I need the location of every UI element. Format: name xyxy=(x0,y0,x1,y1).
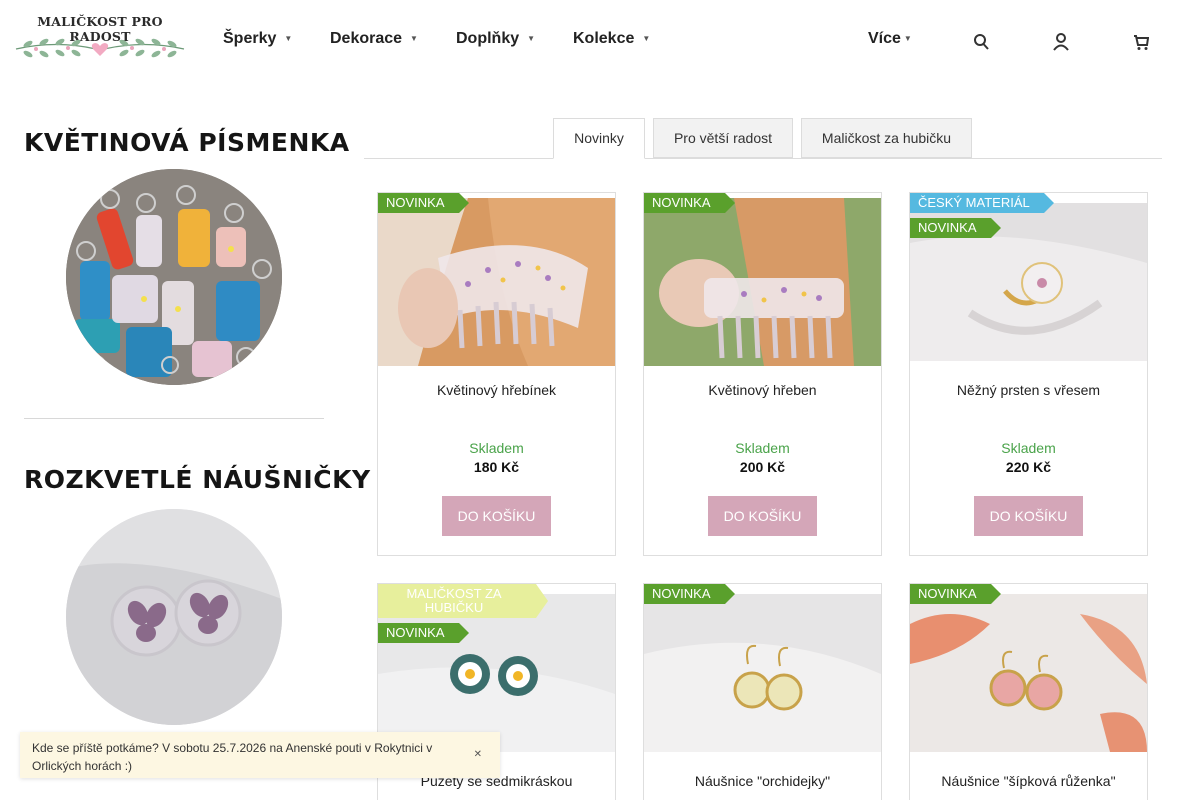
add-to-cart-button[interactable]: DO KOŠÍKU xyxy=(708,496,817,536)
close-icon[interactable]: ✕ xyxy=(474,746,482,764)
user-icon[interactable] xyxy=(1053,33,1069,51)
product-price: 180 Kč xyxy=(473,459,520,475)
banner-title: KVĚTINOVÁ PÍSMENKA xyxy=(24,128,350,157)
chevron-down-icon: ▼ xyxy=(903,34,912,44)
product-name[interactable]: Květinový hřebínek xyxy=(378,382,615,398)
nav-label: Více xyxy=(868,30,901,47)
badge-novinka: NOVINKA xyxy=(378,193,468,213)
tab-malickost-za-hubicku[interactable]: Maličkost za hubičku xyxy=(801,118,972,158)
badge-novinka: NOVINKA xyxy=(910,584,1000,604)
banner-image xyxy=(66,169,282,385)
nav-label: Doplňky xyxy=(456,30,520,47)
earrings-photo-icon xyxy=(910,594,1147,752)
product-image[interactable] xyxy=(910,594,1147,752)
product-image[interactable] xyxy=(378,198,615,366)
nav-item-dekorace[interactable]: Dekorace ▼ xyxy=(330,30,418,48)
chevron-down-icon: ▼ xyxy=(527,34,536,44)
cart-icon[interactable] xyxy=(1133,33,1149,51)
earrings-photo-icon xyxy=(644,594,881,752)
badge-novinka: NOVINKA xyxy=(644,193,734,213)
tab-label: Maličkost za hubičku xyxy=(821,130,952,146)
site-logo[interactable]: MALIČKOST PRO RADOST xyxy=(12,14,188,68)
product-name[interactable]: Květinový hřeben xyxy=(644,382,881,398)
site-header: MALIČKOST PRO RADOST Šperky ▼ Dekorace ▼… xyxy=(0,0,1200,80)
add-to-cart-button[interactable]: DO KOŠÍKU xyxy=(974,496,1083,536)
chevron-down-icon: ▼ xyxy=(410,34,418,44)
badge-malickost-za-hubicku: MALIČKOST ZA HUBIČKU xyxy=(378,584,548,618)
sidebar-banner-letters[interactable]: KVĚTINOVÁ PÍSMENKA xyxy=(24,128,350,388)
stock-status: Skladem xyxy=(735,440,790,456)
nav-label: Dekorace xyxy=(330,30,403,47)
product-card[interactable]: NOVINKA Náušnice "šípková růženka" xyxy=(909,583,1148,800)
product-card[interactable]: NOVINKA Květinový hřeben Skladem 200 Kč … xyxy=(643,192,882,556)
badge-cesky-material: ČESKÝ MATERIÁL xyxy=(910,193,1054,213)
product-name[interactable]: Náušnice "šípková růženka" xyxy=(910,773,1147,789)
tabs-underline xyxy=(364,158,1162,159)
add-to-cart-button[interactable]: DO KOŠÍKU xyxy=(442,496,551,536)
product-name[interactable]: Náušnice "orchidejky" xyxy=(644,773,881,789)
nav-item-sperky[interactable]: Šperky ▼ xyxy=(223,30,292,48)
nav-label: Šperky xyxy=(223,30,277,47)
badge-novinka: NOVINKA xyxy=(910,218,1000,238)
product-card[interactable]: NOVINKA Náušnice "orchidejky" xyxy=(643,583,882,800)
sidebar-divider xyxy=(24,418,324,419)
product-card[interactable]: NOVINKA Květinový hřebínek Skladem 180 K… xyxy=(377,192,616,556)
tab-label: Novinky xyxy=(574,130,624,146)
chevron-down-icon: ▼ xyxy=(284,34,293,44)
letters-photo-icon xyxy=(66,169,282,385)
product-name[interactable]: Něžný prsten s vřesem xyxy=(910,382,1147,398)
product-card[interactable]: ČESKÝ MATERIÁL NOVINKA Něžný prsten s vř… xyxy=(909,192,1148,556)
badge-novinka: NOVINKA xyxy=(378,623,468,643)
tab-label: Pro větší radost xyxy=(673,130,773,146)
stock-status: Skladem xyxy=(1001,440,1056,456)
product-price: 200 Kč xyxy=(739,459,786,475)
logo-floral-icon xyxy=(15,38,185,58)
product-image[interactable] xyxy=(644,198,881,366)
search-icon[interactable] xyxy=(973,33,989,51)
earrings-photo-icon xyxy=(66,509,282,725)
comb-photo-icon xyxy=(378,198,615,366)
chevron-down-icon: ▼ xyxy=(642,34,651,44)
event-notice-bar: Kde se příště potkáme? V sobotu 25.7.202… xyxy=(20,732,500,778)
nav-label: Kolekce xyxy=(573,30,635,47)
nav-item-more[interactable]: Více ▼ xyxy=(868,30,912,48)
comb-photo-icon xyxy=(644,198,881,366)
banner-image xyxy=(66,509,282,725)
stock-status: Skladem xyxy=(469,440,524,456)
nav-item-kolekce[interactable]: Kolekce ▼ xyxy=(573,30,650,48)
sidebar-banner-earrings[interactable]: ROZKVETLÉ NÁUŠNIČKY xyxy=(24,465,371,725)
product-price: 220 Kč xyxy=(1005,459,1052,475)
banner-title: ROZKVETLÉ NÁUŠNIČKY xyxy=(24,465,371,494)
badge-novinka: NOVINKA xyxy=(644,584,734,604)
product-image[interactable] xyxy=(644,594,881,752)
tab-novinky[interactable]: Novinky xyxy=(553,118,645,159)
notice-text: Kde se příště potkáme? V sobotu 25.7.202… xyxy=(32,741,433,773)
tab-pro-vetsi-radost[interactable]: Pro větší radost xyxy=(653,118,793,158)
nav-item-doplnky[interactable]: Doplňky ▼ xyxy=(456,30,535,48)
